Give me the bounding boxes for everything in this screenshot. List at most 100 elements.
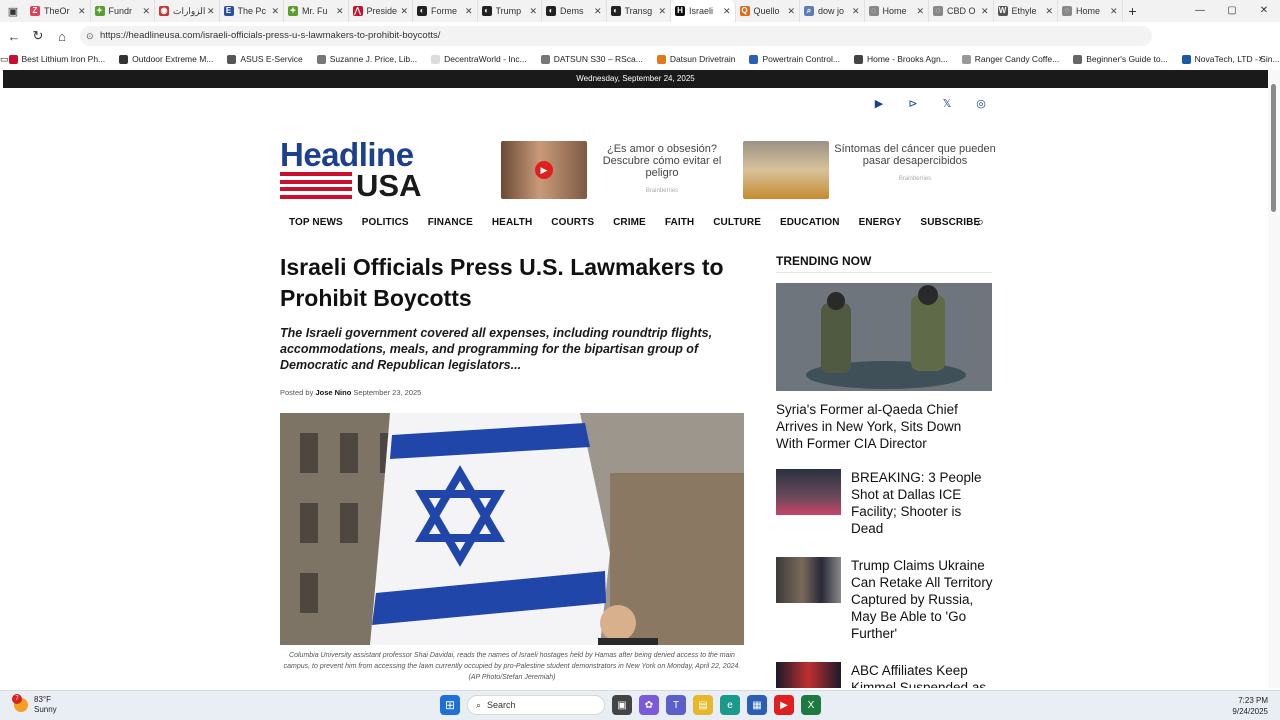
tab-close-icon[interactable]: ✕ bbox=[852, 6, 860, 17]
instagram-icon[interactable]: ◎ bbox=[974, 97, 988, 110]
tab-close-icon[interactable]: ✕ bbox=[529, 6, 537, 17]
bookmark-item[interactable]: Outdoor Extreme M... bbox=[119, 54, 213, 64]
trending-item[interactable]: ABC Affiliates Keep Kimmel Suspended as bbox=[776, 662, 992, 688]
author-link[interactable]: Jose Nino bbox=[315, 388, 351, 397]
tab-actions-icon[interactable]: ▣ bbox=[0, 0, 26, 22]
refresh-icon[interactable]: ↻ bbox=[26, 28, 50, 44]
tab-close-icon[interactable]: ✕ bbox=[658, 6, 666, 17]
bookmark-item[interactable]: Home - Brooks Agn... bbox=[853, 54, 948, 64]
nav-item[interactable]: EDUCATION bbox=[780, 217, 840, 228]
bookmark-item[interactable]: DecentraWorld - Inc... bbox=[431, 54, 527, 64]
trending-featured-link[interactable]: Syria's Former al-Qaeda Chief Arrives in… bbox=[776, 401, 992, 452]
tab-close-icon[interactable]: ✕ bbox=[207, 6, 215, 17]
window-controls: — ▢ ✕ bbox=[1184, 0, 1280, 22]
tab-close-icon[interactable]: ✕ bbox=[400, 6, 408, 17]
browser-tab[interactable]: ◐ Transg ✕ bbox=[607, 0, 671, 22]
tab-close-icon[interactable]: ✕ bbox=[1110, 6, 1118, 17]
search-icon[interactable]: ⌕ bbox=[977, 214, 984, 230]
browser-tab[interactable]: Z TheOr ✕ bbox=[26, 0, 91, 22]
bookmark-item[interactable]: Suzanne J. Price, Lib... bbox=[316, 54, 417, 64]
browser-tab[interactable]: ⌕ dow jo ✕ bbox=[800, 0, 865, 22]
minimize-icon[interactable]: — bbox=[1184, 0, 1216, 22]
tab-close-icon[interactable]: ✕ bbox=[916, 6, 924, 17]
bookmark-item[interactable]: ASUS E-Service bbox=[227, 54, 303, 64]
home-icon[interactable]: ⌂ bbox=[50, 29, 74, 44]
back-icon[interactable]: ← bbox=[2, 29, 26, 44]
nav-item[interactable]: COURTS bbox=[551, 217, 594, 228]
x-icon[interactable]: 𝕏 bbox=[940, 97, 954, 110]
browser-tab[interactable]: Q Quello ✕ bbox=[736, 0, 800, 22]
browser-tab[interactable]: ✦ Fundr ✕ bbox=[91, 0, 155, 22]
close-window-icon[interactable]: ✕ bbox=[1248, 0, 1280, 22]
nav-item[interactable]: HEALTH bbox=[492, 217, 532, 228]
new-tab-button[interactable]: + bbox=[1123, 3, 1143, 19]
youtube-icon[interactable]: ▶ bbox=[872, 97, 886, 110]
nav-item[interactable]: FINANCE bbox=[428, 217, 473, 228]
browser-tab[interactable]: ◐ Trump ✕ bbox=[478, 0, 542, 22]
task-view-icon[interactable]: ▣ bbox=[612, 695, 632, 715]
tab-close-icon[interactable]: ✕ bbox=[1045, 6, 1053, 17]
trending-featured-image[interactable] bbox=[776, 283, 992, 391]
nav-item[interactable]: ENERGY bbox=[859, 217, 902, 228]
tab-close-icon[interactable]: ✕ bbox=[787, 6, 795, 17]
tab-close-icon[interactable]: ✕ bbox=[142, 6, 150, 17]
browser-tab[interactable]: W Ethyle ✕ bbox=[994, 0, 1058, 22]
trending-thumb bbox=[776, 557, 841, 603]
site-info-icon[interactable]: ⊙ bbox=[86, 26, 94, 46]
tab-close-icon[interactable]: ✕ bbox=[271, 6, 279, 17]
bookmark-item[interactable]: Datsun Drivetrain bbox=[656, 54, 735, 64]
bookmark-item[interactable]: Powertrain Control... bbox=[749, 54, 840, 64]
excel-icon[interactable]: X bbox=[801, 695, 821, 715]
browser-tab[interactable]: ◐ Forme ✕ bbox=[413, 0, 478, 22]
nav-item[interactable]: CULTURE bbox=[713, 217, 761, 228]
bookmark-item[interactable]: Beginner's Guide to... bbox=[1073, 54, 1168, 64]
nav-item[interactable]: SUBSCRIBE bbox=[920, 217, 980, 228]
tab-close-icon[interactable]: ✕ bbox=[594, 6, 602, 17]
trending-link[interactable]: ABC Affiliates Keep Kimmel Suspended as bbox=[851, 662, 992, 688]
ad-card[interactable]: ▶ ¿Es amor o obsesión? Descubre cómo evi… bbox=[501, 141, 737, 199]
browser-tab[interactable]: ✦ Mr. Fu ✕ bbox=[284, 0, 349, 22]
bookmarks-icon[interactable]: ▭ bbox=[0, 54, 9, 65]
nav-item[interactable]: FAITH bbox=[665, 217, 694, 228]
browser-tab[interactable]: E The Pc ✕ bbox=[220, 0, 284, 22]
browser-tab[interactable]: ◌ Home ✕ bbox=[1058, 0, 1123, 22]
url-input[interactable]: ⊙ https://headlineusa.com/israeli-offici… bbox=[80, 26, 1152, 46]
bookmark-item[interactable]: DATSUN S30 – RSca... bbox=[540, 54, 643, 64]
weather-widget[interactable]: 7 83°F Sunny bbox=[12, 694, 57, 715]
system-clock[interactable]: 7:23 PM 9/24/2025 bbox=[1232, 695, 1268, 717]
start-icon[interactable]: ⊞ bbox=[440, 695, 460, 715]
bookmarks-more-icon[interactable]: › bbox=[1258, 53, 1262, 65]
trending-link[interactable]: Trump Claims Ukraine Can Retake All Terr… bbox=[851, 557, 996, 642]
bookmark-item[interactable]: Best Lithium Iron Ph... bbox=[8, 54, 105, 64]
browser-tab[interactable]: ⋀ Preside ✕ bbox=[349, 0, 413, 22]
edge-icon[interactable]: e bbox=[720, 695, 740, 715]
tab-close-icon[interactable]: ✕ bbox=[78, 6, 86, 17]
store-icon[interactable]: ▦ bbox=[747, 695, 767, 715]
bookmark-item[interactable]: NovaTech, LTD - Sin... bbox=[1181, 54, 1280, 64]
teams-icon[interactable]: T bbox=[666, 695, 686, 715]
browser-tab[interactable]: ◉ الزوارات ✕ bbox=[155, 0, 220, 22]
browser-tab[interactable]: ◌ CBD O ✕ bbox=[929, 0, 994, 22]
browser-tab[interactable]: ◐ Dems ✕ bbox=[542, 0, 607, 22]
site-logo[interactable]: Headline USA bbox=[280, 138, 430, 203]
copilot-app-icon[interactable]: ✿ bbox=[639, 695, 659, 715]
maximize-icon[interactable]: ▢ bbox=[1216, 0, 1248, 22]
tab-close-icon[interactable]: ✕ bbox=[981, 6, 989, 17]
rumble-icon[interactable]: ⊳ bbox=[906, 97, 920, 110]
youtube-app-icon[interactable]: ▶ bbox=[774, 695, 794, 715]
bookmark-item[interactable]: Ranger Candy Coffe... bbox=[961, 54, 1059, 64]
tab-close-icon[interactable]: ✕ bbox=[723, 6, 731, 17]
nav-item[interactable]: TOP NEWS bbox=[289, 217, 343, 228]
ad-card[interactable]: Síntomas del cáncer que pueden pasar des… bbox=[743, 141, 1001, 199]
taskbar-search[interactable]: ⌕ Search bbox=[467, 695, 605, 715]
browser-tab[interactable]: ◌ Home ✕ bbox=[865, 0, 929, 22]
nav-item[interactable]: CRIME bbox=[613, 217, 646, 228]
trending-link[interactable]: BREAKING: 3 People Shot at Dallas ICE Fa… bbox=[851, 469, 996, 537]
browser-tab[interactable]: H Israeli ✕ bbox=[671, 0, 736, 22]
scrollbar-thumb[interactable] bbox=[1271, 84, 1276, 212]
tab-close-icon[interactable]: ✕ bbox=[465, 6, 473, 17]
tab-close-icon[interactable]: ✕ bbox=[336, 6, 344, 17]
file-explorer-icon[interactable]: ▤ bbox=[693, 695, 713, 715]
nav-item[interactable]: POLITICS bbox=[362, 217, 409, 228]
page-scrollbar[interactable] bbox=[1268, 70, 1280, 688]
